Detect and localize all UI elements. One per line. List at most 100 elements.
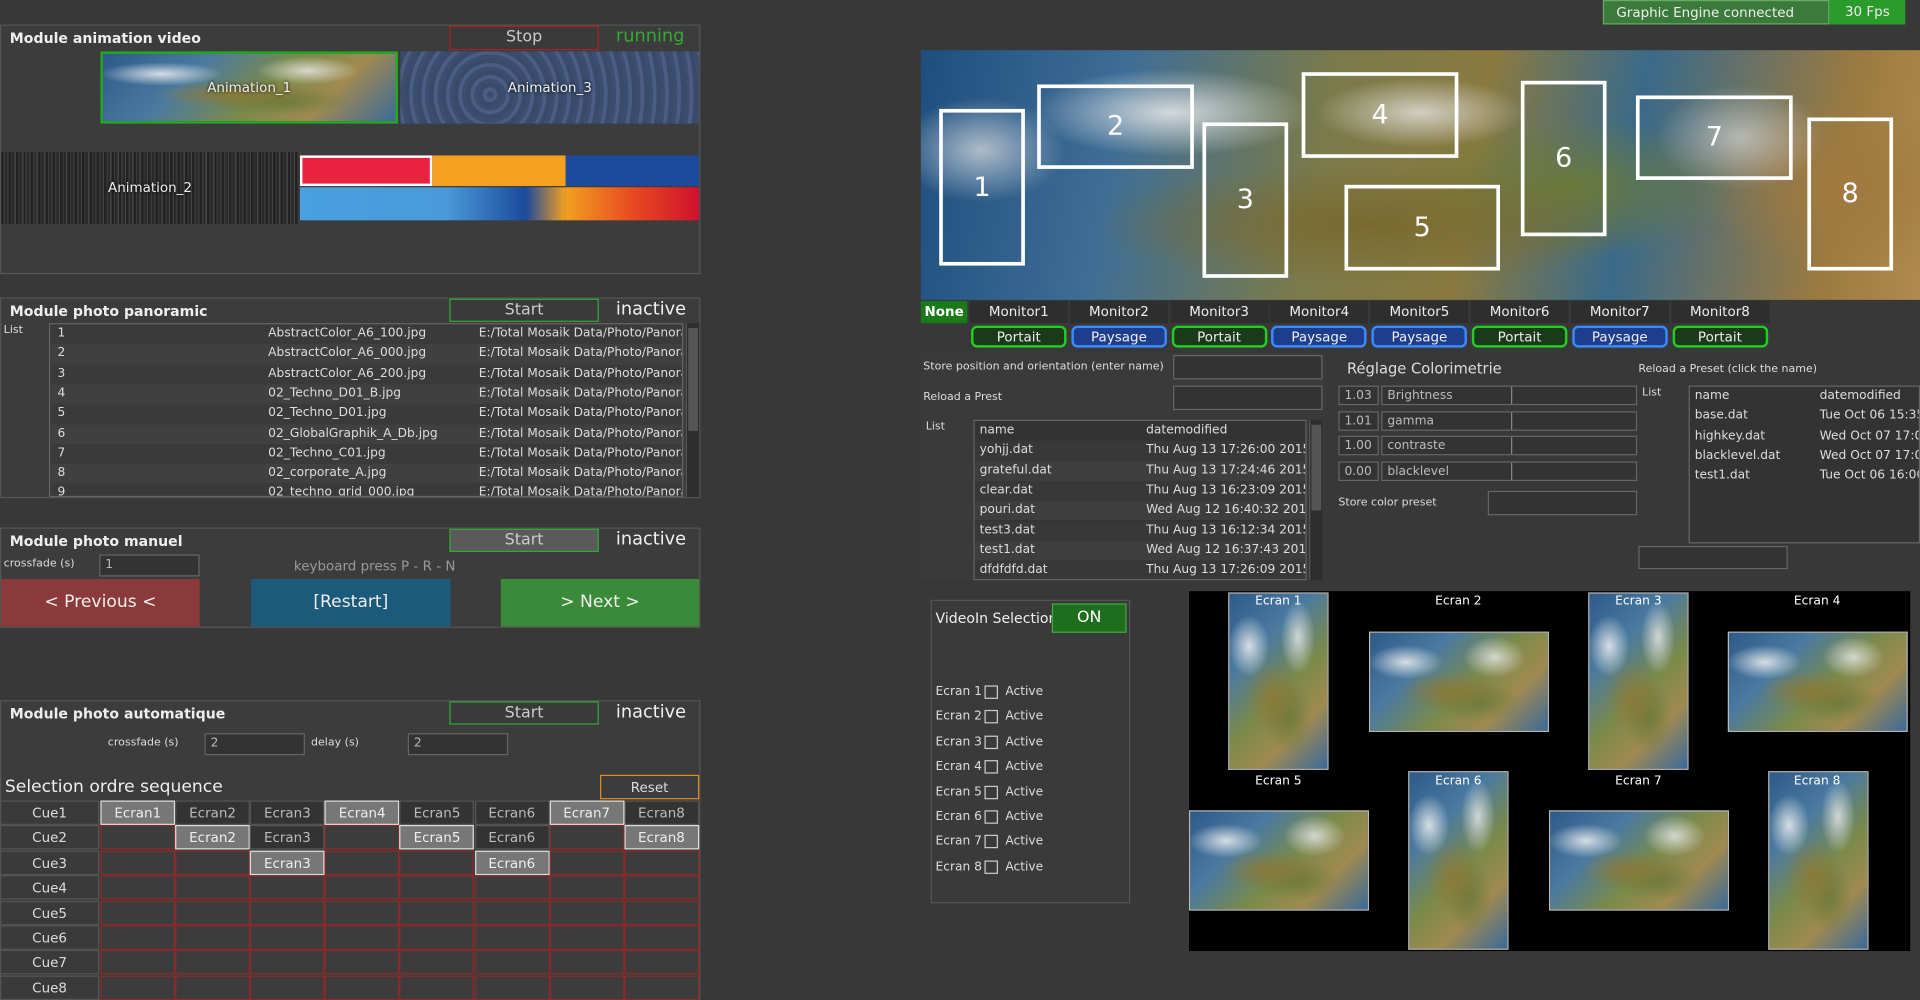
list-item[interactable]: base.dat Tue Oct 06 15:35 xyxy=(1690,407,1919,427)
list-item[interactable]: test1.dat Tue Oct 06 16:00 xyxy=(1690,467,1919,487)
seq-cell-empty[interactable] xyxy=(624,950,699,975)
monitor-tab[interactable]: Monitor1 xyxy=(969,301,1068,324)
checkbox[interactable] xyxy=(984,735,998,749)
seq-cell-empty[interactable] xyxy=(324,875,400,900)
pano-file-list[interactable]: 1 AbstractColor_A6_100.jpg E:/Total Mosaik… xyxy=(48,323,684,497)
seq-cell-empty[interactable] xyxy=(100,950,176,975)
color-param-slider[interactable]: Brightness xyxy=(1381,385,1638,406)
seq-cell-empty[interactable] xyxy=(549,850,624,875)
seq-cell-empty[interactable] xyxy=(324,975,400,1000)
pano-scrollbar[interactable] xyxy=(685,323,700,497)
none-button[interactable]: None xyxy=(920,301,968,324)
seq-cell-empty[interactable] xyxy=(549,975,624,1000)
seq-cell-screen[interactable]: Ecran6 xyxy=(474,800,550,825)
checkbox[interactable] xyxy=(984,835,998,849)
monitor-box[interactable]: 1 xyxy=(939,108,1025,266)
monitor-box[interactable]: 7 xyxy=(1635,95,1793,180)
seq-cell-empty[interactable] xyxy=(474,925,550,950)
orientation-button[interactable]: Paysage xyxy=(1572,325,1668,348)
list-item[interactable]: 1 AbstractColor_A6_100.jpg E:/Total Mosaik… xyxy=(50,324,683,345)
seq-cell-empty[interactable] xyxy=(624,900,699,925)
orientation-button[interactable]: Portait xyxy=(1171,325,1267,348)
monitor-box[interactable]: 8 xyxy=(1807,117,1894,271)
manuel-start-button[interactable]: Start xyxy=(449,528,599,553)
orientation-button[interactable]: Portait xyxy=(971,325,1067,348)
seq-cell-empty[interactable] xyxy=(549,825,624,850)
list-item[interactable]: test1.dat Wed Aug 12 16:37:43 2015 xyxy=(974,540,1306,561)
monitor-tab[interactable]: Monitor2 xyxy=(1069,301,1168,324)
seq-cell-empty[interactable] xyxy=(399,900,475,925)
color-preset-list[interactable]: name datemodified base.dat Tue Oct 06 15:35… xyxy=(1688,385,1920,544)
color-param-value[interactable]: 1.00 xyxy=(1338,435,1379,456)
seq-cell-empty[interactable] xyxy=(549,925,624,950)
seq-cell-empty[interactable] xyxy=(474,875,550,900)
list-item[interactable]: yohjj.dat Thu Aug 13 17:26:00 2015 xyxy=(974,441,1306,461)
seq-cell-empty[interactable] xyxy=(624,850,699,875)
slider-handle[interactable] xyxy=(1511,411,1513,430)
seq-cell-empty[interactable] xyxy=(175,850,250,875)
slider-handle[interactable] xyxy=(1511,462,1513,480)
seq-cell-empty[interactable] xyxy=(399,975,475,1000)
seq-cell-empty[interactable] xyxy=(100,975,176,1000)
list-item[interactable]: test3.dat Thu Aug 13 16:12:34 2015 xyxy=(974,520,1306,541)
seq-cell-empty[interactable] xyxy=(250,975,325,1000)
color-preset-name-input[interactable] xyxy=(1638,545,1788,570)
orientation-button[interactable]: Paysage xyxy=(1071,325,1167,348)
orientation-button[interactable]: Paysage xyxy=(1371,325,1468,348)
orientation-button[interactable]: Paysage xyxy=(1271,325,1368,348)
preview-screen-image[interactable] xyxy=(1408,771,1509,950)
auto-crossfade-input[interactable]: 2 xyxy=(204,733,305,756)
seq-cell-empty[interactable] xyxy=(250,925,325,950)
color-param-slider[interactable]: gamma xyxy=(1381,410,1638,431)
seq-cell-empty[interactable] xyxy=(399,875,475,900)
seq-cell-screen[interactable]: Ecran8 xyxy=(624,800,699,825)
store-position-input[interactable] xyxy=(1173,354,1323,380)
previous-button[interactable]: < Previous < xyxy=(1,578,200,627)
seq-cell-screen[interactable]: Ecran7 xyxy=(549,800,624,825)
videoin-on-button[interactable]: ON xyxy=(1051,603,1127,633)
seq-cell-empty[interactable] xyxy=(324,825,400,850)
seq-cell-empty[interactable] xyxy=(549,950,624,975)
seq-cell-empty[interactable] xyxy=(175,925,250,950)
list-item[interactable]: highkey.dat Wed Oct 07 17:02 xyxy=(1690,427,1919,447)
preview-screen-image[interactable] xyxy=(1368,631,1549,732)
seq-cell-empty[interactable] xyxy=(324,950,400,975)
seq-cell-screen[interactable]: Ecran3 xyxy=(250,850,325,875)
preview-screen-image[interactable] xyxy=(1588,592,1689,770)
seq-cell-empty[interactable] xyxy=(100,825,176,850)
preview-screen-image[interactable] xyxy=(1188,810,1369,911)
monitor-tab[interactable]: Monitor3 xyxy=(1170,301,1269,324)
seq-cell-empty[interactable] xyxy=(175,950,250,975)
seq-cell-empty[interactable] xyxy=(324,850,400,875)
seq-cell-screen[interactable]: Ecran8 xyxy=(624,825,699,850)
seq-cell-empty[interactable] xyxy=(399,925,475,950)
list-item[interactable]: 8 02_corporate_A.jpg E:/Total Mosaik Data/… xyxy=(50,464,683,484)
reset-button[interactable]: Reset xyxy=(600,774,700,800)
seq-cell-empty[interactable] xyxy=(175,900,250,925)
orientation-button[interactable]: Portait xyxy=(1471,325,1568,348)
seq-cell-empty[interactable] xyxy=(624,975,699,1000)
list-item[interactable]: 3 AbstractColor_A6_200.jpg E:/Total Mosaik… xyxy=(50,364,683,385)
monitor-tab[interactable]: Monitor7 xyxy=(1570,301,1669,324)
preview-screen-image[interactable] xyxy=(1727,631,1908,732)
list-item[interactable]: blacklevel.dat Wed Oct 07 17:01 xyxy=(1690,447,1919,467)
preview-screen-image[interactable] xyxy=(1228,592,1329,770)
seq-cell-empty[interactable] xyxy=(250,950,325,975)
color-param-slider[interactable]: blacklevel xyxy=(1381,460,1638,481)
seq-cell-screen[interactable]: Ecran3 xyxy=(250,800,325,825)
color-param-value[interactable]: 0.00 xyxy=(1338,460,1379,481)
monitor-tab[interactable]: Monitor6 xyxy=(1470,301,1569,324)
pano-start-button[interactable]: Start xyxy=(449,298,599,322)
checkbox[interactable] xyxy=(984,760,998,774)
seq-cell-empty[interactable] xyxy=(250,900,325,925)
seq-cell-empty[interactable] xyxy=(175,975,250,1000)
restart-button[interactable]: [Restart] xyxy=(251,578,451,627)
seq-cell-screen[interactable]: Ecran5 xyxy=(399,825,475,850)
seq-cell-empty[interactable] xyxy=(175,875,250,900)
seq-cell-empty[interactable] xyxy=(100,850,176,875)
seq-cell-screen[interactable]: Ecran3 xyxy=(250,825,325,850)
seq-cell-empty[interactable] xyxy=(474,975,550,1000)
preset-scrollbar[interactable] xyxy=(1308,419,1323,581)
monitor-tab[interactable]: Monitor8 xyxy=(1670,301,1769,324)
seq-cell-screen[interactable]: Ecran6 xyxy=(474,825,550,850)
